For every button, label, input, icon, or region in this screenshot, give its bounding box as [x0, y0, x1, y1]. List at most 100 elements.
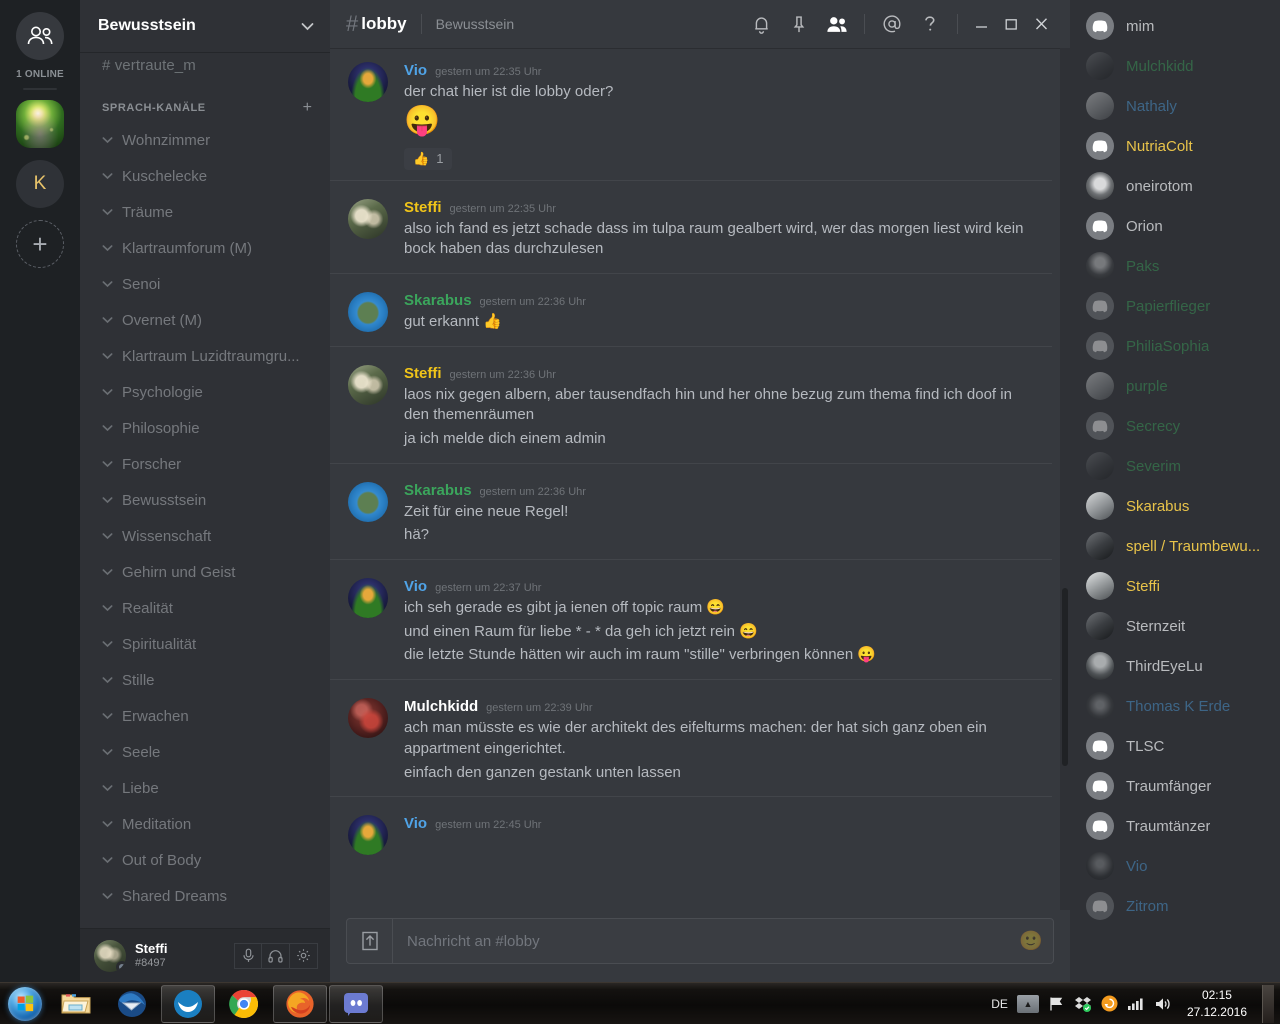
server-icon-bewusstsein[interactable] [16, 100, 64, 148]
member-list-item[interactable]: purple [1070, 366, 1280, 406]
avatar[interactable] [348, 62, 388, 102]
message-author[interactable]: Skarabus [404, 482, 472, 499]
add-server-button[interactable]: + [16, 220, 64, 268]
voice-channel-item[interactable]: Seele [80, 734, 330, 770]
member-list-item[interactable]: Vio [1070, 846, 1280, 886]
voice-channel-item[interactable]: Spiritualität [80, 626, 330, 662]
member-list-item[interactable]: Orion [1070, 206, 1280, 246]
taskbar-file-explorer[interactable] [49, 985, 103, 1023]
add-channel-icon[interactable]: + [303, 100, 312, 116]
emoji-icon[interactable]: 🙂 [1009, 929, 1053, 953]
show-hidden-icons-button[interactable]: ▲ [1016, 994, 1039, 1013]
show-desktop-button[interactable] [1262, 984, 1274, 1023]
member-list-item[interactable]: Nathaly [1070, 86, 1280, 126]
voice-channel-item[interactable]: Forscher [80, 446, 330, 482]
message-list[interactable]: Vio gestern um 22:35 Uhr der chat hier ist… [330, 48, 1060, 910]
minimize-button[interactable] [966, 0, 996, 48]
member-list[interactable]: mim Mulchkidd Nathaly NutriaColt oneirotom Or… [1070, 0, 1280, 982]
voice-channel-item[interactable]: Gehirn und Geist [80, 554, 330, 590]
avatar[interactable] [348, 198, 388, 239]
pin-icon[interactable] [780, 0, 818, 48]
member-list-item[interactable]: Sternzeit [1070, 606, 1280, 646]
bell-icon[interactable] [742, 0, 780, 48]
voice-channel-item[interactable]: Stille [80, 662, 330, 698]
member-list-item[interactable]: Mulchkidd [1070, 46, 1280, 86]
voice-channel-item[interactable]: Träume [80, 194, 330, 230]
voice-channel-item[interactable]: Philosophie [80, 410, 330, 446]
maximize-button[interactable] [996, 0, 1026, 48]
member-list-item[interactable]: Steffi [1070, 566, 1280, 606]
close-button[interactable] [1026, 0, 1056, 48]
member-list-item[interactable]: spell / Traumbewu... [1070, 526, 1280, 566]
message-author[interactable]: Steffi [404, 365, 442, 382]
avatar[interactable] [348, 481, 388, 522]
voice-channel-item[interactable]: Wissenschaft [80, 518, 330, 554]
mention-icon[interactable] [873, 0, 911, 48]
avatar[interactable] [348, 815, 388, 856]
tray-language[interactable]: DE [991, 997, 1008, 1011]
member-list-item[interactable]: NutriaColt [1070, 126, 1280, 166]
friends-icon[interactable] [16, 12, 64, 60]
voice-channel-item[interactable]: Shared Dreams [80, 878, 330, 914]
taskbar-mozilla-firefox[interactable] [273, 984, 327, 1023]
taskbar-google-chrome[interactable] [217, 985, 271, 1023]
message-author[interactable]: Vio [404, 815, 427, 832]
voice-channel-item[interactable]: Meditation [80, 806, 330, 842]
voice-channel-item[interactable]: Psychologie [80, 374, 330, 410]
microphone-icon[interactable] [234, 942, 262, 969]
message-composer[interactable]: Nachricht an #lobby 🙂 [346, 918, 1054, 964]
member-list-item[interactable]: Traumtänzer [1070, 806, 1280, 846]
message-scrollbar[interactable] [1060, 48, 1070, 910]
avatar[interactable] [348, 578, 388, 619]
voice-channel-item[interactable]: Erwachen [80, 698, 330, 734]
scrollbar-thumb[interactable] [1062, 588, 1068, 766]
message-author[interactable]: Mulchkidd [404, 698, 478, 715]
member-list-item[interactable]: Skarabus [1070, 486, 1280, 526]
voice-channel-item[interactable]: Klartraumforum (M) [80, 230, 330, 266]
taskbar-libreoffice[interactable] [161, 984, 215, 1023]
channel-list[interactable]: # vertraute_m SPRACH-KANÄLE + Wohnzimmer… [80, 52, 330, 928]
volume-icon[interactable] [1154, 996, 1172, 1012]
message-author[interactable]: Vio [404, 578, 427, 595]
upload-icon[interactable] [347, 919, 393, 963]
taskbar-thunderbird[interactable] [105, 985, 159, 1023]
avatar[interactable] [348, 291, 388, 332]
message-input[interactable]: Nachricht an #lobby [393, 933, 1009, 950]
member-list-item[interactable]: Severim [1070, 446, 1280, 486]
voice-channel-item[interactable]: Klartraum Luzidtraumgru... [80, 338, 330, 374]
voice-category-header[interactable]: SPRACH-KANÄLE + [80, 86, 330, 122]
member-list-item[interactable]: ThirdEyeLu [1070, 646, 1280, 686]
voice-channel-item[interactable]: Kuschelecke [80, 158, 330, 194]
chevron-down-icon[interactable] [301, 22, 314, 31]
avatar[interactable] [348, 698, 388, 739]
message-author[interactable]: Steffi [404, 199, 442, 216]
voice-channel-item[interactable]: Senoi [80, 266, 330, 302]
voice-channel-item[interactable]: Realität [80, 590, 330, 626]
headphones-icon[interactable] [262, 942, 290, 969]
reaction-badge[interactable]: 👍 1 [404, 147, 453, 170]
voice-channel-item[interactable]: Bewusstsein [80, 482, 330, 518]
avatar[interactable] [94, 939, 126, 972]
taskbar-discord[interactable] [329, 984, 383, 1023]
member-list-item[interactable]: Secrecy [1070, 406, 1280, 446]
guild-header[interactable]: Bewusstsein [80, 0, 330, 52]
server-icon-k[interactable]: K [16, 160, 64, 208]
member-list-item[interactable]: Zitrom [1070, 886, 1280, 926]
windows-start-button[interactable] [2, 985, 48, 1023]
member-list-item[interactable]: oneirotom [1070, 166, 1280, 206]
member-list-item[interactable]: mim [1070, 6, 1280, 46]
message-author[interactable]: Vio [404, 62, 427, 79]
member-list-item[interactable]: Paks [1070, 246, 1280, 286]
channel-item-vertraute-m[interactable]: # vertraute_m [80, 54, 330, 86]
voice-channel-item[interactable]: Overnet (M) [80, 302, 330, 338]
member-list-item[interactable]: Papierflieger [1070, 286, 1280, 326]
network-signal-icon[interactable] [1127, 996, 1145, 1011]
voice-channel-item[interactable]: Liebe [80, 770, 330, 806]
gear-icon[interactable] [290, 942, 318, 969]
update-orb-icon[interactable] [1101, 995, 1118, 1012]
voice-channel-item[interactable]: Out of Body [80, 842, 330, 878]
help-icon[interactable] [911, 0, 949, 48]
member-list-item[interactable]: TLSC [1070, 726, 1280, 766]
taskbar-clock[interactable]: 02:15 27.12.2016 [1181, 987, 1253, 1019]
member-list-item[interactable]: Thomas K Erde [1070, 686, 1280, 726]
